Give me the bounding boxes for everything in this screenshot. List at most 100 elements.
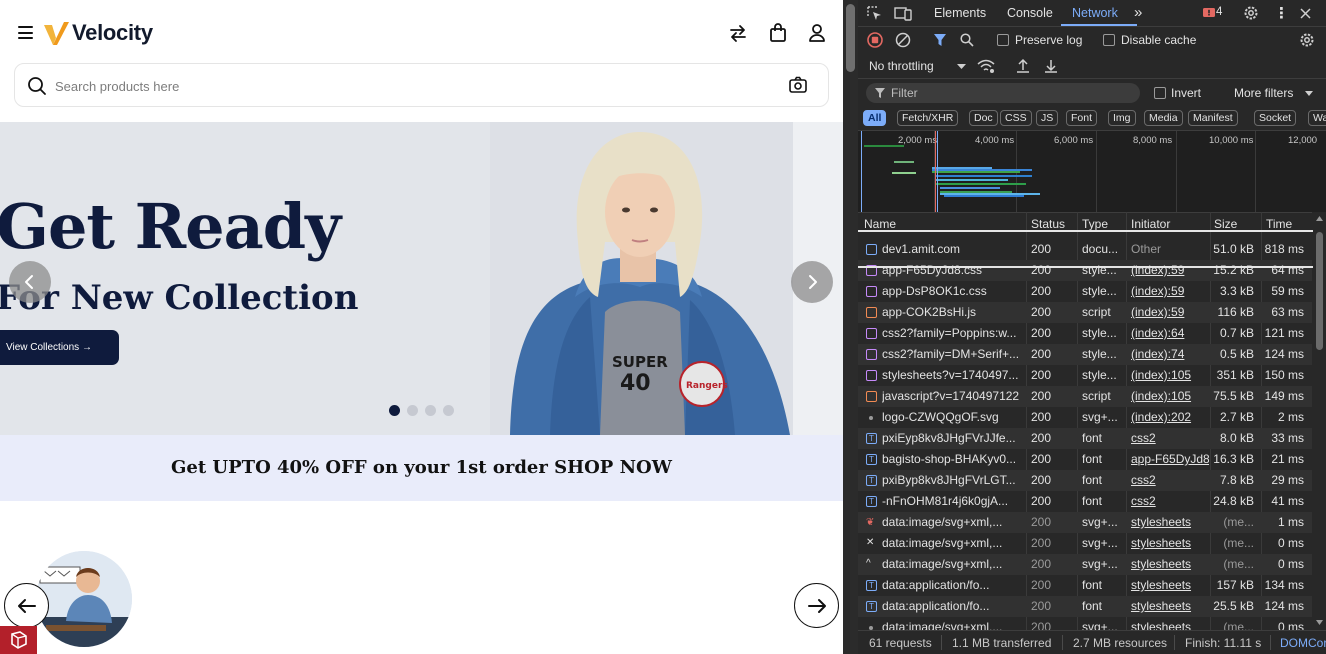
column-header-time[interactable]: Time — [1266, 217, 1292, 231]
tab-elements[interactable]: Elements — [934, 6, 986, 20]
cell-initiator[interactable]: (index):64 — [1131, 326, 1209, 340]
cell-initiator[interactable]: (index):59 — [1131, 284, 1209, 298]
request-table-scrollbar-thumb[interactable] — [1316, 232, 1323, 350]
scroll-right-button[interactable] — [794, 583, 839, 628]
page-scrollbar[interactable] — [843, 0, 858, 654]
tab-network[interactable]: Network — [1072, 6, 1118, 20]
network-conditions-icon[interactable] — [977, 58, 995, 74]
request-row[interactable]: logo-CZWQQgOF.svg 200 svg+... (index):202 2.… — [858, 407, 1312, 428]
column-header-status[interactable]: Status — [1031, 217, 1065, 231]
promo-text[interactable]: Get UPTO 40% OFF on your 1st order SHOP … — [0, 457, 843, 478]
user-account-icon[interactable] — [807, 22, 827, 44]
carousel-dot[interactable] — [443, 405, 454, 416]
scroll-down-icon[interactable] — [1316, 620, 1323, 625]
invert-checkbox[interactable] — [1154, 87, 1166, 99]
page-scrollbar-thumb[interactable] — [846, 4, 855, 72]
search-icon[interactable] — [27, 76, 47, 96]
export-har-icon[interactable] — [1044, 58, 1058, 74]
request-row[interactable]: TpxiEyp8kv8JHgFVrJJfe... 200 font css2 8.0 k… — [858, 428, 1312, 449]
filter-chip-manifest[interactable]: Manifest — [1188, 110, 1238, 126]
scroll-left-button[interactable] — [4, 583, 49, 628]
scroll-up-icon[interactable] — [1316, 216, 1323, 221]
filter-chip-all[interactable]: All — [863, 110, 887, 126]
device-toolbar-icon[interactable] — [894, 6, 912, 21]
kebab-menu-icon[interactable]: ⋮ — [1274, 4, 1289, 22]
brand-name[interactable]: Velocity — [72, 20, 153, 46]
cell-initiator[interactable]: stylesheets — [1131, 557, 1209, 571]
issues-count[interactable]: 4 — [1216, 6, 1222, 18]
request-table-scrollbar[interactable] — [1313, 212, 1326, 630]
filter-chip-was[interactable]: Was — [1308, 110, 1326, 126]
cell-initiator[interactable]: css2 — [1131, 494, 1209, 508]
camera-search-icon[interactable] — [788, 75, 808, 95]
request-row[interactable]: Tdata:application/fo... 200 font stylesheet… — [858, 596, 1312, 617]
disable-cache-checkbox[interactable] — [1103, 34, 1115, 46]
cell-initiator[interactable]: css2 — [1131, 473, 1209, 487]
search-network-icon[interactable] — [960, 33, 974, 47]
view-collections-button[interactable]: View Collections → — [0, 330, 119, 365]
menu-icon[interactable] — [18, 26, 33, 39]
request-row[interactable]: javascript?v=1740497122 200 script (index):… — [858, 386, 1312, 407]
throttling-select[interactable]: No throttling — [869, 59, 934, 73]
carousel-prev-button[interactable] — [9, 261, 51, 303]
cell-initiator[interactable]: (index):202 — [1131, 410, 1209, 424]
more-filters-chevron-icon[interactable] — [1305, 91, 1313, 97]
request-row[interactable]: ^ data:image/svg+xml,... 200 svg+... stylesh… — [858, 554, 1312, 575]
column-header-initiator[interactable]: Initiator — [1131, 217, 1170, 231]
issues-icon[interactable] — [1203, 8, 1215, 19]
request-row[interactable]: Tdata:application/fo... 200 font stylesheet… — [858, 575, 1312, 596]
carousel-next-button[interactable] — [791, 261, 833, 303]
carousel-dot[interactable] — [389, 405, 400, 416]
compare-icon[interactable] — [728, 22, 748, 44]
column-header-type[interactable]: Type — [1082, 217, 1108, 231]
chevron-down-icon[interactable] — [957, 64, 966, 70]
search-input[interactable] — [55, 74, 755, 98]
cell-initiator[interactable]: (index):105 — [1131, 389, 1209, 403]
cell-initiator[interactable]: stylesheets — [1131, 536, 1209, 550]
settings-gear-icon[interactable] — [1243, 5, 1259, 21]
cell-initiator[interactable]: stylesheets — [1131, 599, 1209, 613]
import-har-icon[interactable] — [1016, 58, 1030, 74]
cell-initiator[interactable]: stylesheets — [1131, 578, 1209, 592]
more-filters-dropdown[interactable]: More filters — [1234, 86, 1293, 100]
more-tabs-icon[interactable]: » — [1134, 4, 1142, 21]
velocity-logo-icon[interactable] — [42, 20, 70, 48]
request-row[interactable]: stylesheets?v=1740497... 200 style... (inde… — [858, 365, 1312, 386]
request-row[interactable]: ❦ data:image/svg+xml,... 200 svg+... stylesh… — [858, 512, 1312, 533]
request-row[interactable]: app-DsP8OK1c.css 200 style... (index):59 3.3… — [858, 281, 1312, 302]
request-row[interactable]: css2?family=Poppins:w... 200 style... (inde… — [858, 323, 1312, 344]
request-row[interactable]: T -nFnOHM81r4j6k0gjA... 200 font css2 24.8 kB… — [858, 491, 1312, 512]
filter-funnel-icon[interactable] — [933, 33, 947, 47]
filter-chip-fetch-xhr[interactable]: Fetch/XHR — [897, 110, 959, 126]
cell-initiator[interactable]: (index):59 — [1131, 305, 1209, 319]
network-settings-gear-icon[interactable] — [1299, 32, 1315, 48]
laravel-debugbar-icon[interactable] — [0, 626, 37, 654]
clear-icon[interactable] — [895, 32, 911, 48]
carousel-dot[interactable] — [425, 405, 436, 416]
filter-chip-js[interactable]: JS — [1036, 110, 1059, 126]
shopping-bag-icon[interactable] — [768, 22, 788, 44]
request-row[interactable]: ✕ data:image/svg+xml,... 200 svg+... stylesh… — [858, 533, 1312, 554]
filter-chip-socket[interactable]: Socket — [1254, 110, 1297, 126]
filter-chip-img[interactable]: Img — [1108, 110, 1136, 126]
network-overview-timeline[interactable]: 2,000 ms 4,000 ms 6,000 ms 8,000 ms 10,000 m… — [858, 130, 1326, 213]
filter-chip-css[interactable]: CSS — [1000, 110, 1032, 126]
filter-input[interactable]: Filter — [866, 83, 1140, 103]
request-row[interactable]: app-COK2BsHi.js 200 script (index):59 116 kB… — [858, 302, 1312, 323]
close-devtools-icon[interactable] — [1300, 8, 1311, 19]
request-row[interactable]: Tbagisto-shop-BHAKyv0... 200 font app-F65Dy… — [858, 449, 1312, 470]
filter-chip-doc[interactable]: Doc — [969, 110, 998, 126]
stop-recording-icon[interactable] — [867, 32, 883, 48]
column-header-size[interactable]: Size — [1214, 217, 1237, 231]
cell-initiator[interactable]: (index):105 — [1131, 368, 1209, 382]
column-header-name[interactable]: Name — [864, 217, 896, 231]
request-row[interactable]: css2?family=DM+Serif+... 200 style... (inde… — [858, 344, 1312, 365]
inspect-element-icon[interactable] — [867, 6, 882, 21]
cell-initiator[interactable]: app-F65DyJd8 — [1131, 452, 1209, 466]
request-row[interactable]: TpxiByp8kv8JHgFVrLGT... 200 font css2 7.8 kB… — [858, 470, 1312, 491]
cell-initiator[interactable]: stylesheets — [1131, 515, 1209, 529]
filter-chip-media[interactable]: Media — [1144, 110, 1183, 126]
cell-initiator[interactable]: css2 — [1131, 431, 1209, 445]
preserve-log-checkbox[interactable] — [997, 34, 1009, 46]
carousel-dot[interactable] — [407, 405, 418, 416]
